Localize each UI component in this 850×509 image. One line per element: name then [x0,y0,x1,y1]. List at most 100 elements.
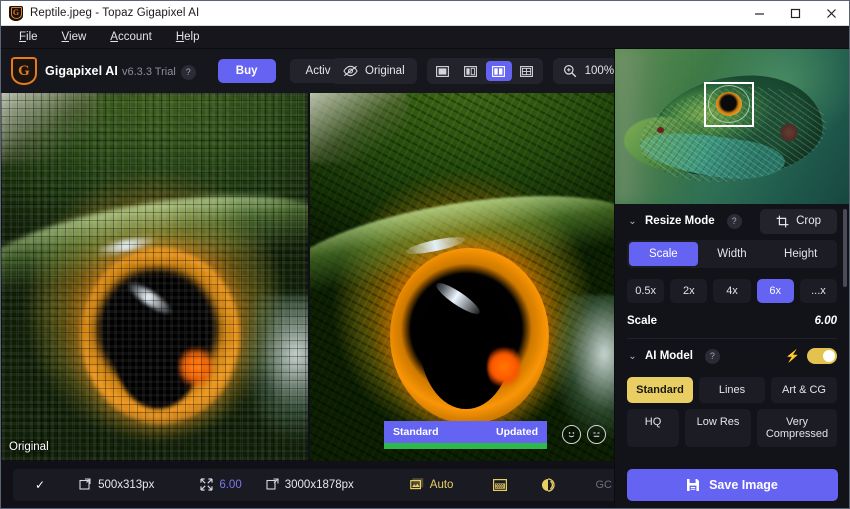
original-label: Original [365,65,405,77]
enhanced-image [310,93,616,461]
eye-highlight [308,93,408,163]
status-badge-model: Standard [393,426,439,438]
resize-mode-width[interactable]: Width [698,242,767,266]
status-badge-state: Updated [496,426,538,438]
maximize-icon[interactable] [777,1,813,26]
gigapixel-shield-icon: G [9,6,23,21]
scale-preset-2x[interactable]: 2x [670,279,707,303]
minimize-icon[interactable] [741,1,777,26]
model-art-cg[interactable]: Art & CG [771,377,837,403]
sidebar-panels: ⌄ Resize Mode ? Crop Scale Width Height … [615,204,849,447]
title-bar-left: G Reptile.jpeg - Topaz Gigapixel AI [1,6,741,21]
resize-mode-scale[interactable]: Scale [629,242,698,266]
output-size-group: 3000x1878px [266,478,354,491]
menu-bar: File View Account Help [1,26,849,49]
grain-button[interactable] [493,479,507,491]
navigator-thumbnail[interactable] [615,49,850,204]
preview-pane-original[interactable]: Original [1,93,308,461]
brand-version: v6.3.3 Trial [122,66,176,78]
eye-edge-light [549,295,616,442]
image-out-icon [266,478,279,491]
preview-pane-enhanced[interactable]: Standard Updated [308,93,616,461]
model-lines[interactable]: Lines [699,377,765,403]
help-icon[interactable]: ? [181,65,196,80]
buy-button[interactable]: Buy [218,59,276,83]
auto-model-toggle[interactable] [807,348,837,364]
scale-value-row: Scale 6.00 [627,315,837,327]
lizard-nostril [657,127,664,133]
menu-account[interactable]: Account [100,28,162,46]
single-pane-icon[interactable] [430,61,456,81]
resize-mode-title: Resize Mode [645,215,715,227]
eye-hotspot [487,343,521,391]
ai-model-help-icon[interactable]: ? [705,349,720,364]
menu-help[interactable]: Help [166,28,210,46]
resize-mode-header[interactable]: ⌄ Resize Mode ? Crop [627,204,837,238]
toggle-original-button[interactable]: Original [331,58,417,84]
auto-image-icon [410,478,424,491]
status-progress-bar [384,443,547,449]
scale-key-label: Scale [627,315,657,327]
model-standard[interactable]: Standard [627,377,693,403]
scale-preset-4x[interactable]: 4x [713,279,750,303]
gigapixel-app-window: G Reptile.jpeg - Topaz Gigapixel AI File… [0,0,850,509]
right-sidebar: ⌄ Resize Mode ? Crop Scale Width Height … [614,49,849,508]
contrast-button[interactable] [541,478,555,492]
contrast-icon [541,478,555,492]
ai-model-header[interactable]: ⌄ AI Model ? ⚡ [627,339,837,373]
ai-model-row-2: HQ Low Res Very Compressed [627,409,837,447]
menu-file[interactable]: File [9,28,48,46]
window-title: Reptile.jpeg - Topaz Gigapixel AI [30,7,199,19]
chevron-down-icon[interactable]: ⌄ [627,351,638,362]
resize-help-icon[interactable]: ? [727,214,742,229]
save-area: Save Image [615,461,849,508]
ai-model-title: AI Model [645,350,693,362]
resize-mode-height[interactable]: Height [766,242,835,266]
side-by-side-icon[interactable] [486,61,512,81]
image-selected-check[interactable]: ✓ [35,478,45,492]
model-very-compressed[interactable]: Very Compressed [757,409,837,447]
scale-preset-0-5x[interactable]: 0.5x [627,279,664,303]
arrows-expand-icon [200,478,213,491]
eye-off-icon [343,65,358,77]
split-pane-icon[interactable] [458,61,484,81]
window-controls [741,1,849,26]
bottom-bar-inner: ✓ 500x313px 6.00 3000x1878px Auto [13,469,668,501]
image-in-icon [79,478,92,491]
lightning-bolt-icon: ⚡ [785,349,800,363]
feedback-neutral-icon[interactable] [587,425,606,444]
ai-model-row-1: Standard Lines Art & CG [627,377,837,403]
model-low-res[interactable]: Low Res [685,409,751,447]
auto-settings-button[interactable]: Auto [410,478,454,491]
scale-preset-6x[interactable]: 6x [757,279,794,303]
grid-compare-icon[interactable] [514,61,540,81]
auto-label: Auto [430,479,454,491]
toolbar-brand-group: G Gigapixel AIv6.3.3 Trial? Buy Activate [1,57,362,85]
scale-preset-custom[interactable]: ...x [800,279,837,303]
zoom-value: 100% [585,65,614,77]
view-mode-group [427,58,543,84]
zoom-in-icon [563,64,577,78]
sidebar-scrollbar[interactable] [843,209,847,287]
viewport-selection-rect[interactable] [704,82,753,127]
close-icon[interactable] [813,1,849,26]
source-size-value: 500x313px [98,479,154,491]
output-size-value: 3000x1878px [285,479,354,491]
chevron-down-icon[interactable]: ⌄ [627,216,638,227]
brand-name: Gigapixel AI [45,64,118,78]
model-hq[interactable]: HQ [627,409,679,447]
crop-label: Crop [796,215,821,227]
grain-icon [493,479,507,491]
crop-icon [776,215,789,228]
feedback-happy-icon[interactable] [562,425,581,444]
preview-stage: Original Standard Updated [1,93,616,461]
menu-view-rest: iew [69,31,86,43]
toolbar-view-group: Original [331,49,637,93]
scale-value[interactable]: 6.00 [815,315,837,327]
pixelation-overlay [1,93,308,461]
crop-button[interactable]: Crop [760,209,837,234]
brand-block: Gigapixel AI v6.3.3 Trial? [45,62,196,80]
menu-view[interactable]: View [52,28,97,46]
scale-presets: 0.5x 2x 4x 6x ...x [627,279,837,303]
save-image-button[interactable]: Save Image [627,469,838,501]
